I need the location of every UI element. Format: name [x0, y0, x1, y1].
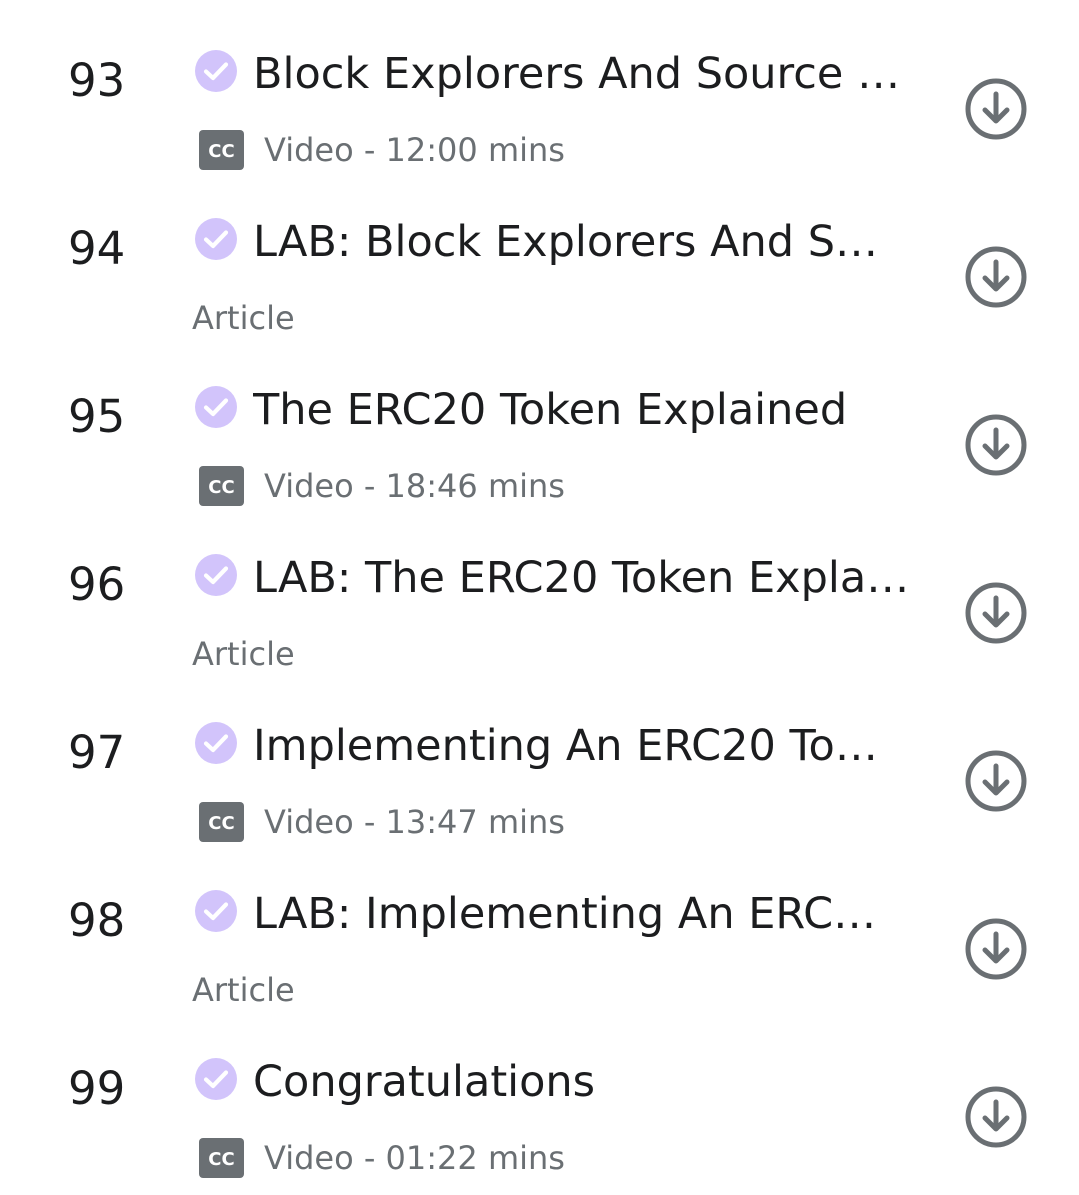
lecture-meta: CC Video - 01:22 mins	[192, 1132, 565, 1184]
closed-captions-icon: CC	[199, 802, 244, 842]
download-button[interactable]	[965, 1086, 1027, 1148]
lecture-number: 97	[68, 726, 126, 779]
lecture-row-98[interactable]: 98 LAB: Implementing An ERC20 Token Sale…	[0, 840, 1079, 1009]
download-icon	[965, 750, 1027, 812]
lecture-type: Article	[192, 299, 295, 337]
closed-captions-icon: CC	[199, 466, 244, 506]
lecture-row-95[interactable]: 95 The ERC20 Token Explained CC Video - …	[0, 336, 1079, 506]
closed-captions-icon: CC	[199, 1138, 244, 1178]
lecture-duration: Video - 01:22 mins	[264, 1139, 565, 1177]
lecture-title[interactable]: Congratulations	[253, 1052, 913, 1112]
lecture-row-97[interactable]: 97 Implementing An ERC20 Token Sale CC V…	[0, 672, 1079, 842]
lecture-number: 94	[68, 222, 126, 275]
lecture-number: 93	[68, 54, 126, 107]
svg-text:CC: CC	[208, 477, 234, 498]
svg-text:CC: CC	[208, 141, 234, 162]
download-button[interactable]	[965, 750, 1027, 812]
svg-text:CC: CC	[208, 813, 234, 834]
lecture-row-94[interactable]: 94 LAB: Block Explorers And Source Code …	[0, 168, 1079, 337]
download-icon	[965, 582, 1027, 644]
completed-check-icon[interactable]	[195, 218, 237, 260]
lecture-row-99[interactable]: 99 Congratulations CC Video - 01:22 mins	[0, 1008, 1079, 1178]
lecture-title[interactable]: LAB: Block Explorers And Source Code Ver…	[253, 212, 893, 272]
download-icon	[965, 78, 1027, 140]
lecture-number: 96	[68, 558, 126, 611]
download-button[interactable]	[965, 246, 1027, 308]
lecture-title[interactable]: LAB: The ERC20 Token Explained	[253, 548, 913, 608]
lecture-title[interactable]: LAB: Implementing An ERC20 Token Sale	[253, 884, 889, 944]
download-button[interactable]	[965, 414, 1027, 476]
download-button[interactable]	[965, 918, 1027, 980]
completed-check-icon[interactable]	[195, 50, 237, 92]
download-icon	[965, 246, 1027, 308]
svg-text:CC: CC	[208, 1149, 234, 1170]
completed-check-icon[interactable]	[195, 722, 237, 764]
download-icon	[965, 1086, 1027, 1148]
lecture-number: 95	[68, 390, 126, 443]
completed-check-icon[interactable]	[195, 1058, 237, 1100]
lecture-title[interactable]: Block Explorers And Source Code Verifica…	[253, 44, 913, 104]
download-button[interactable]	[965, 78, 1027, 140]
download-icon	[965, 918, 1027, 980]
download-button[interactable]	[965, 582, 1027, 644]
download-icon	[965, 414, 1027, 476]
lecture-type: Article	[192, 971, 295, 1009]
lecture-number: 98	[68, 894, 126, 947]
lecture-duration: Video - 13:47 mins	[264, 803, 565, 841]
lecture-duration: Video - 18:46 mins	[264, 467, 565, 505]
completed-check-icon[interactable]	[195, 554, 237, 596]
lecture-title[interactable]: Implementing An ERC20 Token Sale	[253, 716, 895, 776]
closed-captions-icon: CC	[199, 130, 244, 170]
completed-check-icon[interactable]	[195, 890, 237, 932]
lecture-type: Article	[192, 635, 295, 673]
lecture-row-93[interactable]: 93 Block Explorers And Source Code Verif…	[0, 0, 1079, 170]
lecture-number: 99	[68, 1062, 126, 1115]
completed-check-icon[interactable]	[195, 386, 237, 428]
lecture-title[interactable]: The ERC20 Token Explained	[253, 380, 913, 440]
lecture-duration: Video - 12:00 mins	[264, 131, 565, 169]
lecture-row-96[interactable]: 96 LAB: The ERC20 Token Explained Articl…	[0, 504, 1079, 673]
